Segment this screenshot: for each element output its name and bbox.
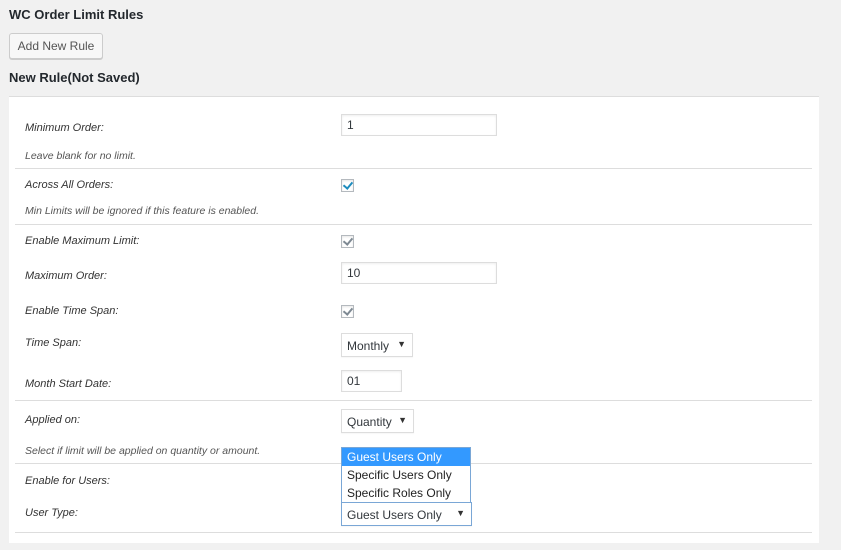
user-type-dropdown-list: Guest Users Only Specific Users Only Spe… bbox=[341, 447, 471, 503]
across-all-orders-label: Across All Orders: bbox=[25, 179, 114, 191]
enable-time-span-checkbox[interactable] bbox=[341, 305, 354, 318]
applied-on-select[interactable]: Quantity ▼ bbox=[341, 409, 414, 433]
section-title: New Rule(Not Saved) bbox=[9, 70, 140, 85]
maximum-order-input[interactable] bbox=[341, 262, 497, 284]
user-type-option-specific-users[interactable]: Specific Users Only bbox=[342, 466, 470, 484]
time-span-label: Time Span: bbox=[25, 337, 82, 349]
enable-maximum-limit-label: Enable Maximum Limit: bbox=[25, 235, 140, 247]
rule-form-panel: Minimum Order: Leave blank for no limit.… bbox=[9, 96, 819, 543]
minimum-order-label: Minimum Order: bbox=[25, 122, 104, 134]
enable-maximum-limit-checkbox[interactable] bbox=[341, 235, 354, 248]
time-span-select[interactable]: Monthly ▼ bbox=[341, 333, 413, 357]
minimum-order-input[interactable] bbox=[341, 114, 497, 136]
across-all-orders-checkbox[interactable] bbox=[341, 179, 354, 192]
user-type-option-guest[interactable]: Guest Users Only bbox=[342, 448, 470, 466]
row-divider bbox=[15, 224, 812, 225]
time-span-selected-value: Monthly bbox=[347, 339, 390, 353]
month-start-date-label: Month Start Date: bbox=[25, 378, 112, 390]
applied-on-label: Applied on: bbox=[25, 414, 81, 426]
maximum-order-label: Maximum Order: bbox=[25, 270, 107, 282]
user-type-option-specific-roles[interactable]: Specific Roles Only bbox=[342, 484, 470, 502]
user-type-select[interactable]: Guest Users Only ▼ bbox=[341, 502, 472, 526]
applied-on-hint: Select if limit will be applied on quant… bbox=[25, 445, 261, 457]
chevron-down-icon: ▼ bbox=[398, 415, 407, 425]
chevron-down-icon: ▼ bbox=[456, 508, 465, 518]
user-type-selected-value: Guest Users Only bbox=[347, 508, 442, 522]
row-divider bbox=[15, 532, 812, 533]
row-divider bbox=[15, 168, 812, 169]
page-title: WC Order Limit Rules bbox=[9, 7, 144, 22]
enable-for-users-label: Enable for Users: bbox=[25, 475, 110, 487]
user-type-label: User Type: bbox=[25, 507, 78, 519]
enable-time-span-label: Enable Time Span: bbox=[25, 305, 119, 317]
month-start-date-input[interactable] bbox=[341, 370, 402, 392]
add-new-rule-button[interactable]: Add New Rule bbox=[9, 33, 103, 59]
across-all-orders-hint: Min Limits will be ignored if this featu… bbox=[25, 205, 260, 217]
applied-on-selected-value: Quantity bbox=[347, 415, 392, 429]
minimum-order-hint: Leave blank for no limit. bbox=[25, 150, 136, 162]
chevron-down-icon: ▼ bbox=[397, 339, 406, 349]
row-divider bbox=[15, 400, 812, 401]
